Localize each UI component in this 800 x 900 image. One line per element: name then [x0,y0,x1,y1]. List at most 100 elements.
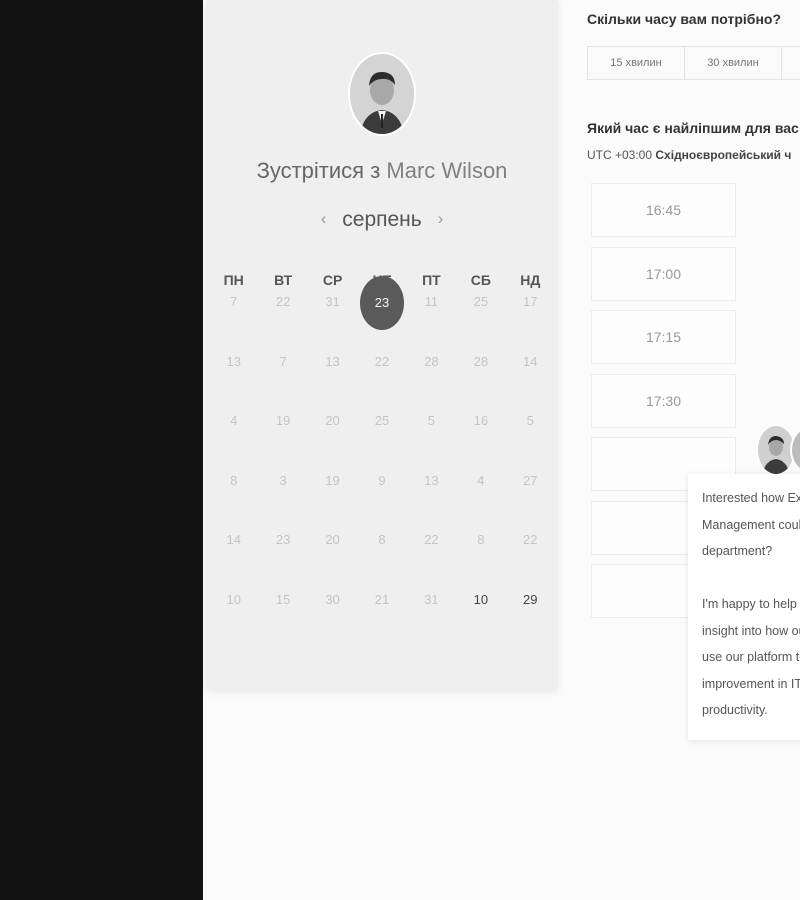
calendar-day-number: 13 [325,353,340,369]
calendar-day-number: 31 [325,294,340,309]
chat-message-popup[interactable]: Interested how Ex Management coul depart… [688,474,800,740]
calendar-day[interactable]: 28 [407,351,456,411]
calendar-day[interactable]: 8 [209,470,258,530]
calendar-day-number: 8 [477,532,485,547]
time-slot[interactable]: 17:30 [591,373,736,428]
calendar-day[interactable]: 22 [506,529,555,589]
calendar-day[interactable]: 7 [209,291,258,351]
calendar-day-number: 20 [325,413,340,428]
calendar-day-number: 3 [279,472,287,488]
calendar-day[interactable]: 19 [258,410,307,470]
calendar-day-number: 13 [424,472,439,488]
title-prefix: Зустрітися з [256,158,381,183]
calendar-day-number: 30 [325,591,340,607]
month-navigator: ‹ серпень › [206,208,558,232]
calendar-day-number: 22 [523,532,538,547]
calendar-day[interactable]: 13 [209,351,258,411]
chat-line: use our platform to [702,650,800,664]
time-slot[interactable]: 17:15 [591,310,736,364]
calendar-day[interactable]: 22 [407,529,456,589]
duration-selector: 15 хвилин 30 хвилин [587,46,800,80]
chat-line: Management coul [702,517,800,532]
calendar-day[interactable]: 4 [456,470,505,530]
calendar-day-number: 8 [378,532,386,547]
calendar-day[interactable]: 20 [308,410,357,470]
calendar-day-number: 7 [230,294,238,309]
calendar-day-number: 25 [473,294,489,309]
calendar-day[interactable]: 25 [456,291,505,351]
calendar-day[interactable]: 7 [258,351,307,411]
calendar-day[interactable]: 31 [407,589,456,649]
calendar-day[interactable]: 31 [308,291,357,351]
chat-line [702,565,800,592]
calendar-day-number: 5 [526,413,534,428]
chat-line: insight into how ou [702,623,800,638]
calendar-day[interactable]: 23 [258,529,307,589]
host-avatar [348,52,416,136]
calendar-grid: 7 22 31 23 11 25 17 13 7 13 22 28 28 14 4 19 20 25 5 16 5 8 3 1… [209,276,555,649]
chat-line: I'm happy to help [702,597,797,611]
calendar-day-number: 9 [378,472,386,488]
duration-option-15[interactable]: 15 хвилин [588,47,685,79]
calendar-day-number: 25 [374,413,390,428]
calendar-day[interactable]: 13 [407,470,456,530]
duration-question: Скільки часу вам потрібно? [587,11,782,27]
calendar-day[interactable]: 30 [308,589,357,649]
calendar-day[interactable]: 8 [357,529,406,589]
calendar-day-number: 10 [473,591,489,607]
calendar-day-number: 15 [275,591,291,607]
calendar-day-number: 19 [275,413,291,428]
calendar: ПН ВТ СР ЧТ ПТ СБ НД 7223123112517137132… [209,272,555,648]
calendar-day[interactable]: 28 [456,351,505,411]
calendar-day[interactable]: 5 [506,410,555,470]
calendar-day[interactable]: 11 [407,291,456,351]
calendar-day[interactable]: 13 [308,351,357,411]
chevron-left-icon[interactable]: ‹ [311,209,337,228]
weekday-label: СБ [470,272,491,288]
weekday-label: СР [322,272,343,288]
page-title: Зустрітися з Marc Wilson [206,158,558,184]
calendar-day-selected[interactable]: 23 [357,276,406,351]
calendar-day[interactable]: 10 [209,589,258,649]
calendar-day[interactable]: 5 [407,410,456,470]
calendar-day[interactable]: 16 [456,410,505,470]
calendar-day[interactable]: 14 [209,529,258,589]
chat-line: Interested how Ex [702,491,800,505]
calendar-day-number: 22 [374,353,390,369]
calendar-day-number: 31 [424,591,439,607]
chat-avatars[interactable] [756,424,800,476]
calendar-day[interactable]: 27 [506,470,555,530]
calendar-day[interactable]: 4 [209,410,258,470]
calendar-day-number: 19 [325,472,340,488]
calendar-day[interactable]: 15 [258,589,307,649]
calendar-day[interactable]: 14 [506,351,555,411]
timezone-selector[interactable]: UTC +03:00 Східноєвропейський ч [587,148,791,162]
time-slot[interactable]: 17:00 [591,246,736,301]
calendar-day[interactable]: 22 [357,351,406,411]
calendar-day-number: 20 [325,532,340,547]
calendar-day[interactable]: 22 [258,291,307,351]
chat-line: improvement in IT [702,676,800,691]
calendar-day-number: 14 [226,532,241,547]
calendar-day-number: 10 [226,591,241,607]
duration-option-30[interactable]: 30 хвилин [685,47,782,79]
calendar-day-number: 13 [226,353,241,369]
time-slot[interactable]: 16:45 [591,183,736,237]
calendar-day[interactable]: 19 [308,470,357,530]
calendar-day[interactable]: 20 [308,529,357,589]
chevron-right-icon[interactable]: › [428,209,454,228]
calendar-day-number: 8 [230,472,238,488]
calendar-day-number: 7 [279,353,287,369]
calendar-day[interactable]: 8 [456,529,505,589]
calendar-day-number: 22 [424,532,439,547]
weekday-label: НД [520,272,541,288]
calendar-day[interactable]: 9 [357,470,406,530]
calendar-day[interactable]: 21 [357,589,406,649]
calendar-day[interactable]: 29 [506,589,555,649]
calendar-day[interactable]: 10 [456,589,505,649]
timezone-offset: UTC +03:00 [587,148,653,162]
calendar-day[interactable]: 25 [357,410,406,470]
calendar-day-number: 23 [359,276,404,330]
calendar-day[interactable]: 3 [258,470,307,530]
calendar-day[interactable]: 17 [506,291,555,351]
